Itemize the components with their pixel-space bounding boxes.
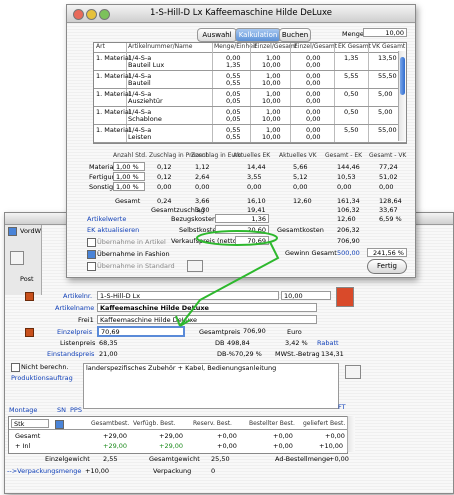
- highlight-ellipse: [196, 230, 278, 246]
- highlight-arrow: [179, 241, 280, 327]
- highlight-overlay: [175, 230, 280, 327]
